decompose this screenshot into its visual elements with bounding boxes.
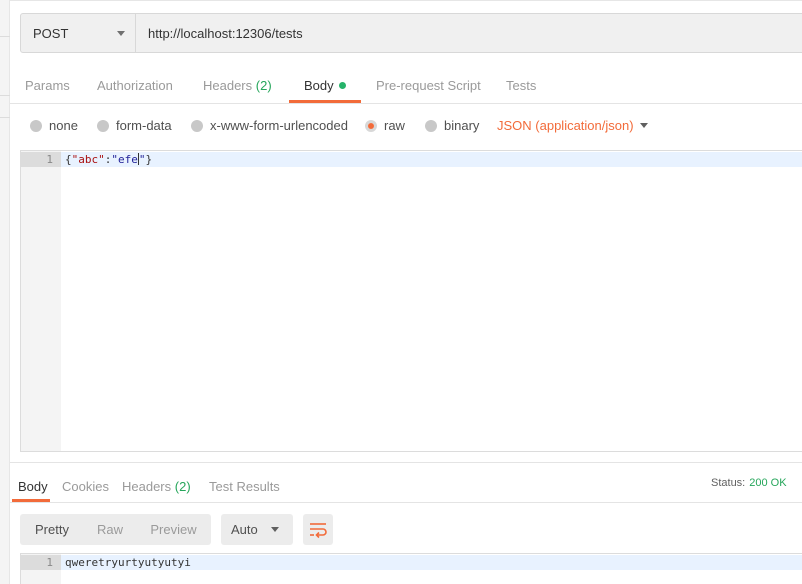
radio-raw[interactable]: raw: [365, 118, 405, 133]
wrap-lines-button[interactable]: [303, 514, 333, 545]
wrap-lines-icon: [310, 523, 327, 539]
format-select-label: Auto: [231, 522, 258, 537]
chevron-down-icon: [271, 527, 279, 532]
headers-count: (2): [255, 78, 272, 93]
status-label: Status:: [711, 477, 746, 489]
radio-x-www-form-urlencoded[interactable]: x-www-form-urlencoded: [191, 118, 348, 133]
response-tab-cookies[interactable]: Cookies: [62, 479, 109, 494]
raw-button[interactable]: Raw: [84, 514, 136, 545]
tab-pre-request-script[interactable]: Pre-request Script: [376, 78, 481, 93]
radio-circle-icon: [97, 119, 109, 132]
editor-gutter: [21, 151, 61, 451]
response-body-editor[interactable]: 1 qweretryurtyutyutyi: [20, 553, 802, 584]
radio-none[interactable]: none: [30, 118, 78, 133]
response-tabs-border: [10, 502, 802, 503]
method-select[interactable]: POST: [20, 13, 136, 53]
line-number: 1: [46, 153, 53, 166]
preview-button[interactable]: Preview: [136, 514, 211, 545]
request-body-editor[interactable]: 1 {"abc":"efe"}: [20, 150, 802, 452]
body-modified-dot-icon: [338, 82, 346, 89]
active-tab-indicator: [289, 100, 361, 103]
chevron-down-icon[interactable]: [640, 123, 648, 128]
radio-circle-icon: [425, 119, 437, 132]
view-mode-group: Pretty Raw Preview: [20, 514, 211, 545]
radio-form-data[interactable]: form-data: [97, 118, 172, 133]
tab-params[interactable]: Params: [25, 78, 70, 93]
chevron-down-icon: [117, 31, 125, 36]
status-value: 200 OK: [749, 477, 787, 489]
format-select[interactable]: Auto: [221, 514, 293, 545]
content-type-select[interactable]: JSON (application/json): [497, 118, 634, 133]
tab-body[interactable]: Body: [304, 78, 346, 93]
left-sidebar-edge: [0, 0, 10, 584]
tab-authorization[interactable]: Authorization: [97, 78, 173, 93]
radio-binary[interactable]: binary: [425, 118, 479, 133]
response-tab-body[interactable]: Body: [18, 479, 48, 494]
line-number: 1: [46, 556, 53, 569]
radio-circle-icon: [191, 119, 203, 132]
response-code-line[interactable]: qweretryurtyutyutyi: [65, 556, 191, 569]
url-input[interactable]: http://localhost:12306/tests: [136, 13, 802, 53]
method-label: POST: [33, 25, 69, 41]
top-border: [10, 0, 802, 1]
response-tab-headers[interactable]: Headers (2): [122, 479, 191, 494]
pretty-button[interactable]: Pretty: [20, 514, 84, 545]
request-tabs: Params Authorization Headers (2) Body Pr…: [10, 66, 802, 104]
radio-selected-icon: [365, 119, 377, 132]
response-headers-count: (2): [174, 479, 191, 494]
tab-tests[interactable]: Tests: [506, 78, 536, 93]
radio-circle-icon: [30, 119, 42, 132]
tab-headers[interactable]: Headers (2): [203, 78, 272, 93]
response-status: Status: 200 OK: [711, 477, 787, 489]
body-type-options: none form-data x-www-form-urlencoded raw…: [10, 112, 802, 140]
code-line[interactable]: {"abc":"efe"}: [65, 153, 152, 166]
pane-divider[interactable]: [10, 462, 802, 463]
response-tab-test-results[interactable]: Test Results: [209, 479, 280, 494]
